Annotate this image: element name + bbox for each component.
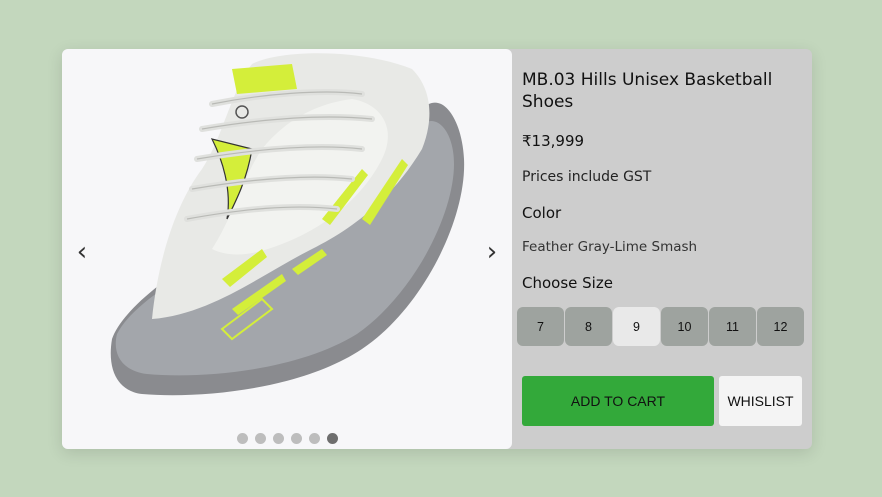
previous-image-button[interactable]: ‹	[70, 239, 94, 265]
gallery-dot-1[interactable]	[237, 433, 248, 444]
image-gallery: ‹ ›	[62, 49, 512, 449]
gallery-dots	[237, 433, 338, 444]
add-to-cart-button[interactable]: ADD TO CART	[522, 376, 714, 426]
product-price: ₹13,999	[522, 132, 585, 150]
color-label: Color	[522, 204, 562, 222]
wishlist-button[interactable]: WHISLIST	[719, 376, 802, 426]
size-option-11[interactable]: 11	[709, 307, 756, 346]
size-option-7[interactable]: 7	[517, 307, 564, 346]
gallery-dot-4[interactable]	[291, 433, 302, 444]
product-card: ‹ › MB.03 Hills Unisex Basketball Shoes …	[62, 49, 812, 449]
gallery-dot-3[interactable]	[273, 433, 284, 444]
product-info: MB.03 Hills Unisex Basketball Shoes ₹13,…	[517, 49, 812, 449]
size-option-10[interactable]: 10	[661, 307, 708, 346]
tax-note: Prices include GST	[522, 169, 652, 185]
gallery-dot-5[interactable]	[309, 433, 320, 444]
size-option-12[interactable]: 12	[757, 307, 804, 346]
color-value: Feather Gray-Lime Smash	[522, 239, 698, 255]
size-selector: 7 8 9 10 11 12	[517, 307, 804, 346]
size-option-9[interactable]: 9	[613, 307, 660, 346]
gallery-dot-2[interactable]	[255, 433, 266, 444]
size-label: Choose Size	[522, 274, 613, 292]
product-title: MB.03 Hills Unisex Basketball Shoes	[522, 70, 773, 112]
size-option-8[interactable]: 8	[565, 307, 612, 346]
shoe-image	[110, 53, 465, 396]
next-image-button[interactable]: ›	[480, 239, 504, 265]
gallery-dot-6[interactable]	[327, 433, 338, 444]
